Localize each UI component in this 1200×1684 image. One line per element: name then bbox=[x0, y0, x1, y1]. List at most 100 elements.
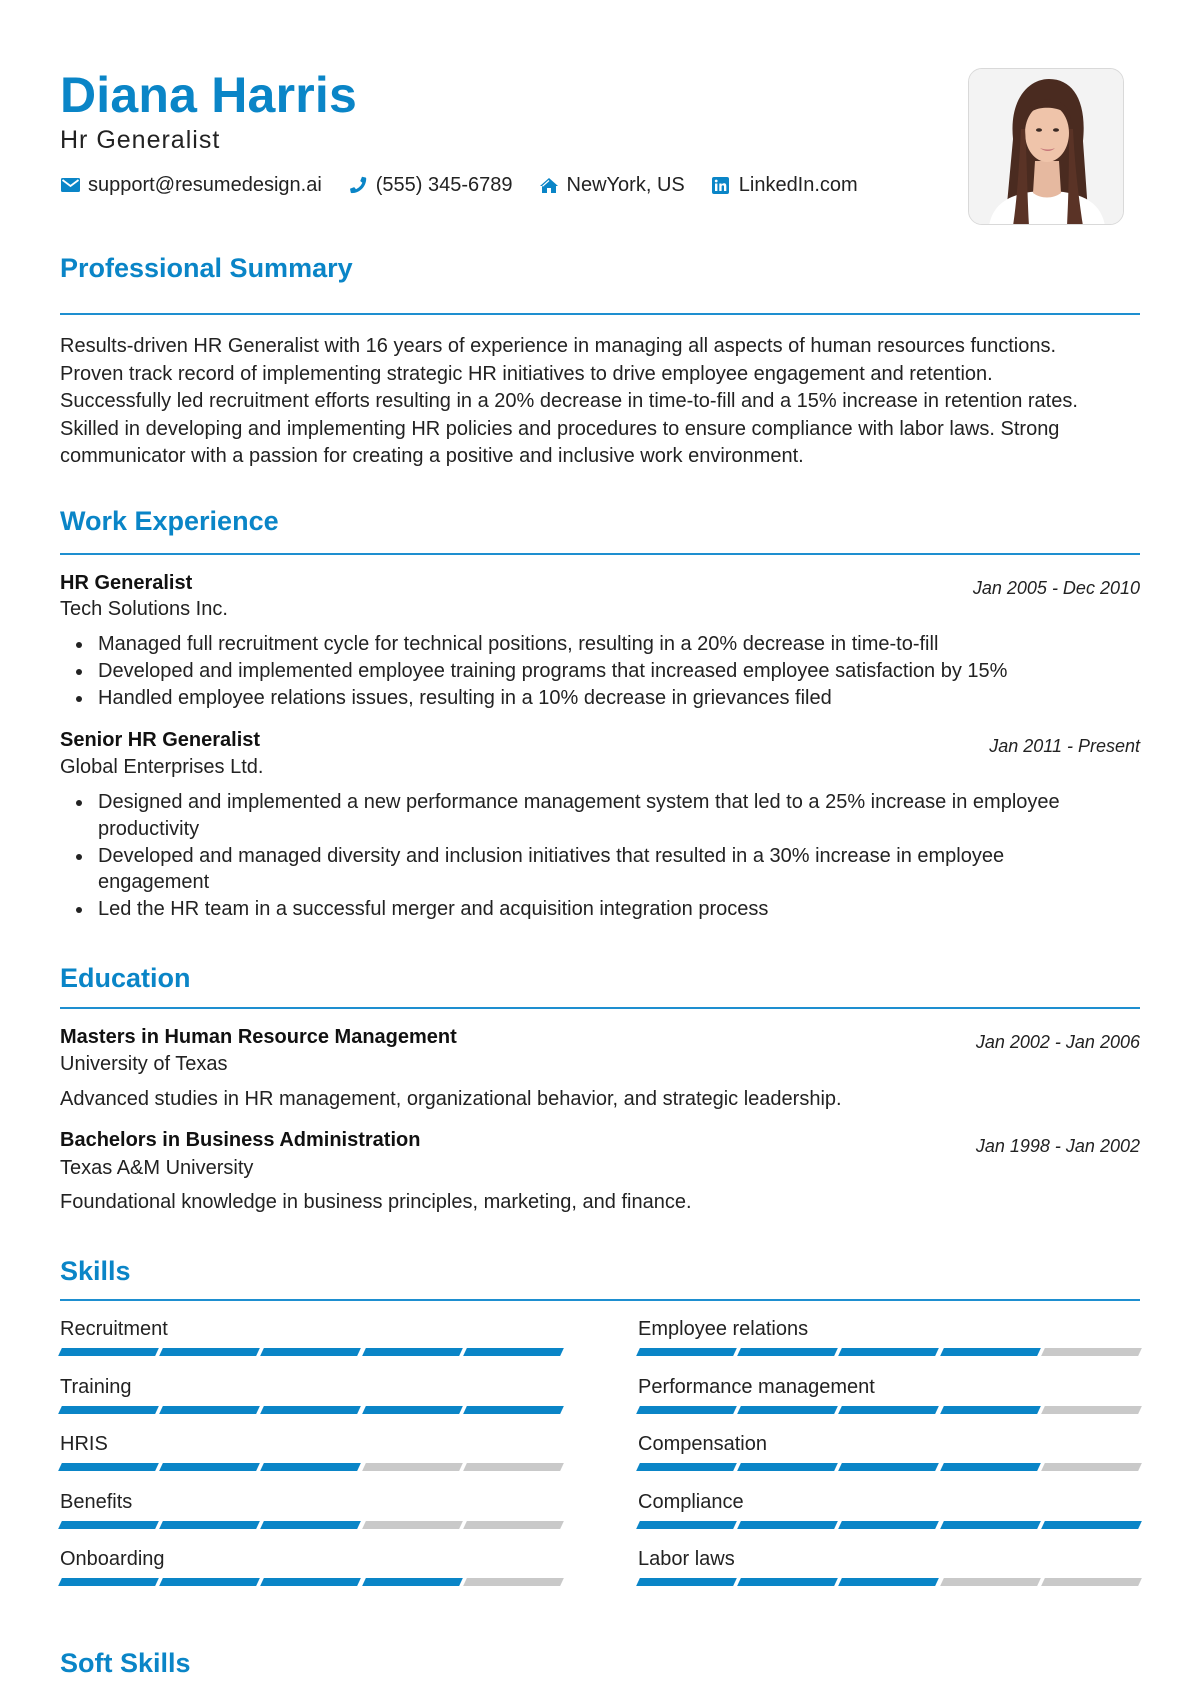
skill-level-bar bbox=[636, 1348, 1142, 1356]
skill-level-bar bbox=[636, 1463, 1142, 1471]
skill-item: Performance management bbox=[636, 1374, 1142, 1414]
skill-segment-filled bbox=[260, 1578, 362, 1586]
skill-segment-filled bbox=[636, 1348, 738, 1356]
skill-item: Labor laws bbox=[636, 1546, 1142, 1586]
job-company: Global Enterprises Ltd. bbox=[60, 756, 264, 778]
summary-line: Successfully led recruitment efforts res… bbox=[60, 390, 1078, 412]
job-role: HR Generalist bbox=[60, 572, 193, 594]
skill-segment-filled bbox=[636, 1520, 738, 1529]
skill-segment-empty bbox=[361, 1463, 463, 1471]
section-divider bbox=[60, 1299, 1140, 1301]
skill-segment-empty bbox=[1040, 1578, 1142, 1586]
skill-level-bar bbox=[58, 1348, 564, 1356]
job-bullets: Designed and implemented a new performan… bbox=[60, 789, 1110, 923]
section-title-soft-skills: Soft Skills bbox=[60, 1648, 191, 1678]
section-title-summary: Professional Summary bbox=[60, 253, 353, 283]
skill-level-bar bbox=[636, 1520, 1142, 1529]
skill-segment-filled bbox=[838, 1405, 940, 1414]
skill-segment-filled bbox=[636, 1405, 738, 1414]
skill-segment-empty bbox=[939, 1578, 1041, 1586]
skill-item: Recruitment bbox=[58, 1316, 564, 1356]
education-degree: Bachelors in Business Administration bbox=[60, 1129, 421, 1151]
summary-line: Proven track record of implementing stra… bbox=[60, 363, 993, 385]
skill-segment-filled bbox=[361, 1578, 463, 1586]
skill-segment-filled bbox=[939, 1405, 1041, 1414]
skill-segment-filled bbox=[159, 1463, 261, 1471]
skill-segment-filled bbox=[838, 1578, 940, 1586]
contact-phone[interactable]: (555) 345-6789 bbox=[348, 174, 513, 197]
skill-segment-filled bbox=[260, 1405, 362, 1414]
skill-segment-filled bbox=[58, 1348, 160, 1356]
job-bullet: Led the HR team in a successful merger a… bbox=[60, 896, 1110, 923]
skill-segment-empty bbox=[1040, 1405, 1142, 1414]
summary-line: Skilled in developing and implementing H… bbox=[60, 418, 1060, 440]
skill-segment-filled bbox=[737, 1463, 839, 1471]
skill-item: Onboarding bbox=[58, 1546, 564, 1586]
skill-segment-filled bbox=[838, 1463, 940, 1471]
skill-level-bar bbox=[58, 1405, 564, 1414]
summary-line: communicator with a passion for creating… bbox=[60, 445, 804, 467]
skill-segment-filled bbox=[737, 1405, 839, 1414]
skill-segment-filled bbox=[939, 1520, 1041, 1529]
section-title-skills: Skills bbox=[60, 1256, 131, 1286]
skill-segment-filled bbox=[737, 1520, 839, 1529]
skill-level-bar bbox=[636, 1405, 1142, 1414]
section-divider bbox=[60, 553, 1140, 555]
job-company: Tech Solutions Inc. bbox=[60, 598, 228, 620]
contact-row: support@resumedesign.ai (555) 345-6789 N… bbox=[60, 172, 884, 198]
skill-segment-filled bbox=[462, 1405, 564, 1414]
phone-icon bbox=[348, 175, 368, 195]
skill-name: Recruitment bbox=[60, 1318, 168, 1340]
education-dates: Jan 2002 - Jan 2006 bbox=[975, 1032, 1140, 1052]
contact-linkedin[interactable]: LinkedIn.com bbox=[711, 174, 858, 197]
education-degree: Masters in Human Resource Management bbox=[60, 1026, 457, 1048]
skill-item: Benefits bbox=[58, 1489, 564, 1529]
skill-segment-filled bbox=[159, 1405, 261, 1414]
skill-name: Performance management bbox=[638, 1375, 875, 1398]
contact-email[interactable]: support@resumedesign.ai bbox=[60, 174, 322, 197]
job-dates: Jan 2005 - Dec 2010 bbox=[972, 578, 1140, 598]
job-bullet: Managed full recruitment cycle for techn… bbox=[60, 631, 1140, 658]
skill-name: Training bbox=[60, 1375, 132, 1398]
education-description: Foundational knowledge in business princ… bbox=[60, 1191, 692, 1213]
home-icon bbox=[539, 175, 559, 195]
contact-location: NewYork, US bbox=[539, 174, 685, 197]
skill-segment-empty bbox=[361, 1520, 463, 1529]
skill-name: Compensation bbox=[638, 1433, 767, 1455]
skill-segment-filled bbox=[159, 1578, 261, 1586]
contact-location-label: NewYork, US bbox=[566, 173, 685, 196]
skill-name: Compliance bbox=[638, 1490, 744, 1513]
skill-level-bar bbox=[58, 1578, 564, 1586]
skill-segment-filled bbox=[939, 1463, 1041, 1471]
skill-segment-empty bbox=[462, 1463, 564, 1471]
job-bullets: Managed full recruitment cycle for techn… bbox=[60, 631, 1140, 711]
skill-segment-filled bbox=[636, 1578, 738, 1586]
job-bullet: Designed and implemented a new performan… bbox=[60, 789, 1110, 843]
skill-segment-filled bbox=[260, 1348, 362, 1356]
skill-segment-filled bbox=[636, 1463, 738, 1471]
skill-level-bar bbox=[636, 1578, 1142, 1586]
skill-name: Benefits bbox=[60, 1490, 133, 1513]
skill-name: Employee relations bbox=[638, 1318, 809, 1340]
skill-name: Onboarding bbox=[60, 1548, 165, 1570]
skill-level-bar bbox=[58, 1520, 564, 1529]
profile-photo bbox=[968, 68, 1124, 225]
contact-phone-label: (555) 345-6789 bbox=[375, 173, 513, 196]
candidate-name: Diana Harris bbox=[60, 67, 357, 123]
envelope-icon bbox=[60, 175, 80, 195]
skill-level-bar bbox=[58, 1463, 564, 1471]
skill-item: Compliance bbox=[636, 1489, 1142, 1529]
contact-linkedin-label: LinkedIn.com bbox=[738, 173, 858, 196]
job-bullet: Handled employee relations issues, resul… bbox=[60, 685, 1140, 712]
person-portrait-icon bbox=[969, 69, 1123, 224]
skill-segment-filled bbox=[939, 1348, 1041, 1356]
skill-segment-filled bbox=[737, 1348, 839, 1356]
education-school: University of Texas bbox=[60, 1053, 228, 1075]
skill-segment-filled bbox=[1040, 1520, 1142, 1529]
skill-segment-filled bbox=[462, 1348, 564, 1356]
skill-segment-filled bbox=[260, 1463, 362, 1471]
job-bullet: Developed and implemented employee train… bbox=[60, 658, 1140, 685]
skill-segment-empty bbox=[1040, 1463, 1142, 1471]
summary-line: Results-driven HR Generalist with 16 yea… bbox=[60, 335, 1057, 357]
skill-segment-filled bbox=[58, 1405, 160, 1414]
